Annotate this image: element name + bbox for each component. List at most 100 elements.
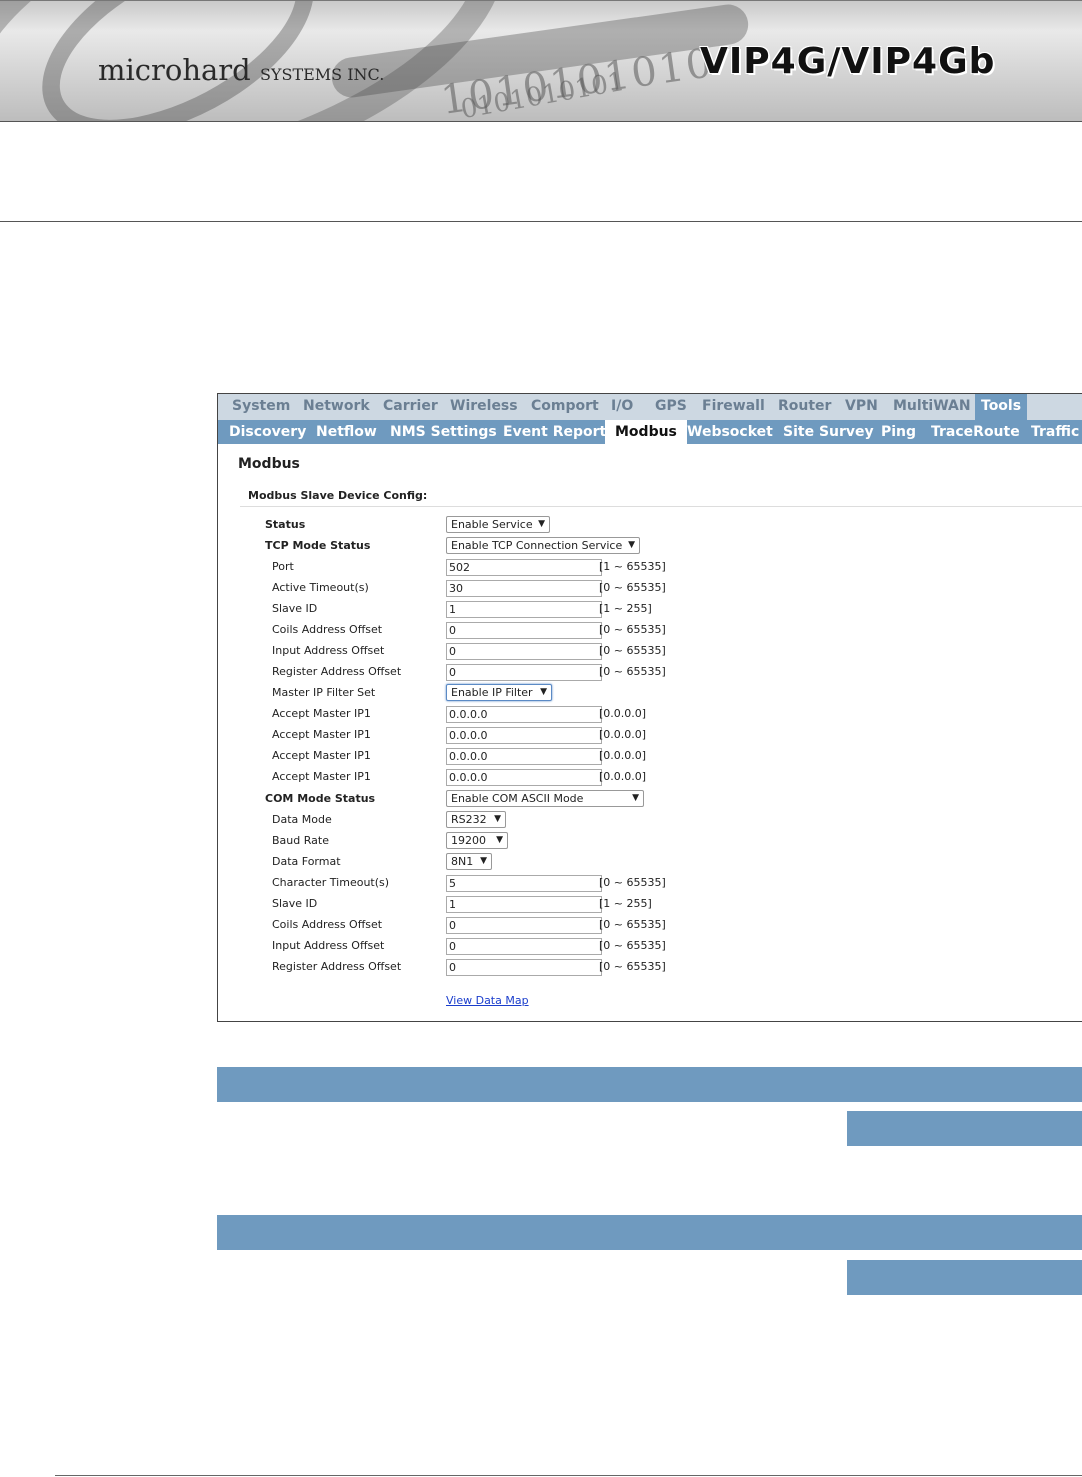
baud-rate-select[interactable]: 19200 ▼: [446, 832, 508, 849]
accept-ip-row: Accept Master IP1 0.0.0.0 [0.0.0.0]: [218, 747, 1082, 767]
chevron-down-icon: ▼: [480, 856, 487, 866]
baud-rate-label: Baud Rate: [272, 834, 329, 847]
chevron-down-icon: ▼: [628, 540, 635, 550]
tcp-timeout-label: Active Timeout(s): [272, 581, 369, 594]
section-divider: [240, 506, 1082, 507]
tcp-mode-label: TCP Mode Status: [265, 539, 371, 552]
tcp-input-row: Input Address Offset 0 [0 ~ 65535]: [218, 642, 1082, 662]
data-mode-select[interactable]: RS232 ▼: [446, 811, 506, 828]
tcp-port-input[interactable]: 502: [446, 559, 602, 576]
tcp-timeout-input[interactable]: 30: [446, 580, 602, 597]
tcp-slave-id-label: Slave ID: [272, 602, 318, 615]
tcp-port-label: Port: [272, 560, 294, 573]
baud-rate-value: 19200: [451, 834, 486, 847]
com-register-input[interactable]: 0: [446, 959, 602, 976]
status-value: Enable Service: [451, 518, 533, 531]
data-mode-label: Data Mode: [272, 813, 332, 826]
tab-modbus[interactable]: Modbus: [605, 420, 687, 444]
tcp-coils-label: Coils Address Offset: [272, 623, 383, 636]
menu-gps[interactable]: GPS: [655, 398, 687, 414]
menu-io[interactable]: I/O: [611, 398, 633, 414]
menu-firewall[interactable]: Firewall: [702, 398, 765, 414]
com-slave-id-input[interactable]: 1: [446, 896, 602, 913]
data-mode-value: RS232: [451, 813, 487, 826]
com-register-range: [0 ~ 65535]: [599, 960, 666, 973]
product-title: VIP4G/VIP4Gb: [700, 41, 996, 82]
tcp-mode-select[interactable]: Enable TCP Connection Service ▼: [446, 537, 640, 554]
com-slave-id-row: Slave ID 1 [1 ~ 255]: [218, 895, 1082, 915]
header-banner: 1010101010 0101010101 microhard SYSTEMS …: [0, 0, 1082, 122]
com-register-row: Register Address Offset 0 [0 ~ 65535]: [218, 958, 1082, 978]
accept-ip-label: Accept Master IP1: [272, 728, 371, 741]
tcp-input-range: [0 ~ 65535]: [599, 644, 666, 657]
tcp-timeout-row: Active Timeout(s) 30 [0 ~ 65535]: [218, 579, 1082, 599]
tab-site-survey[interactable]: Site Survey: [783, 424, 874, 440]
status-label: Status: [265, 518, 306, 531]
menu-system[interactable]: System: [232, 398, 290, 414]
tab-nms-settings[interactable]: NMS Settings: [390, 424, 497, 440]
data-format-value: 8N1: [451, 855, 474, 868]
com-slave-id-label: Slave ID: [272, 897, 318, 910]
accept-ip-label: Accept Master IP1: [272, 749, 371, 762]
footer-divider: [55, 1475, 1082, 1476]
menu-network[interactable]: Network: [303, 398, 370, 414]
accept-ip-label: Accept Master IP1: [272, 707, 371, 720]
tcp-mode-value: Enable TCP Connection Service: [451, 539, 623, 552]
menu-tools[interactable]: Tools: [975, 394, 1028, 420]
com-input-offset-input[interactable]: 0: [446, 938, 602, 955]
menu-router[interactable]: Router: [778, 398, 831, 414]
company-suffix: SYSTEMS INC.: [259, 65, 385, 84]
tcp-input-offset-input[interactable]: 0: [446, 643, 602, 660]
accept-ip-range: [0.0.0.0]: [599, 707, 647, 720]
status-row: Status Enable Service ▼: [218, 516, 1082, 536]
com-mode-select[interactable]: Enable COM ASCII Mode ▼: [446, 790, 644, 807]
section-header-bar: [217, 1215, 1082, 1250]
com-mode-row: COM Mode Status Enable COM ASCII Mode ▼: [218, 790, 1082, 810]
char-timeout-input[interactable]: 5: [446, 875, 602, 892]
tcp-port-range: [1 ~ 65535]: [599, 560, 666, 573]
menu-vpn[interactable]: VPN: [845, 398, 878, 414]
menu-wireless[interactable]: Wireless: [450, 398, 518, 414]
com-coils-input[interactable]: 0: [446, 917, 602, 934]
com-mode-value: Enable COM ASCII Mode: [451, 792, 584, 805]
data-format-select[interactable]: 8N1 ▼: [446, 853, 492, 870]
status-select[interactable]: Enable Service ▼: [446, 516, 550, 533]
data-format-row: Data Format 8N1 ▼: [218, 853, 1082, 873]
accept-ip-input[interactable]: 0.0.0.0: [446, 769, 602, 786]
chevron-down-icon: ▼: [540, 687, 547, 697]
tcp-coils-row: Coils Address Offset 0 [0 ~ 65535]: [218, 621, 1082, 641]
accept-ip-input[interactable]: 0.0.0.0: [446, 748, 602, 765]
data-mode-row: Data Mode RS232 ▼: [218, 811, 1082, 831]
ip-filter-select[interactable]: Enable IP Filter ▼: [446, 684, 552, 701]
tcp-register-input[interactable]: 0: [446, 664, 602, 681]
accept-ip-input[interactable]: 0.0.0.0: [446, 706, 602, 723]
company-logo: microhard SYSTEMS INC.: [98, 53, 384, 87]
tab-websocket[interactable]: Websocket: [687, 424, 773, 440]
tcp-slave-id-range: [1 ~ 255]: [599, 602, 652, 615]
menu-comport[interactable]: Comport: [531, 398, 599, 414]
com-mode-label: COM Mode Status: [265, 792, 376, 805]
chevron-down-icon: ▼: [496, 835, 503, 845]
section-title: Modbus Slave Device Config:: [248, 489, 428, 502]
tab-traceroute[interactable]: TraceRoute: [931, 424, 1020, 440]
tcp-slave-id-input[interactable]: 1: [446, 601, 602, 618]
tab-traffic[interactable]: Traffic: [1031, 424, 1079, 440]
menu-multiwan[interactable]: MultiWAN: [893, 398, 971, 414]
tab-ping[interactable]: Ping: [881, 424, 916, 440]
tab-discovery[interactable]: Discovery: [229, 424, 306, 440]
tab-event-report[interactable]: Event Report: [503, 424, 606, 440]
char-timeout-row: Character Timeout(s) 5 [0 ~ 65535]: [218, 874, 1082, 894]
tcp-slave-id-row: Slave ID 1 [1 ~ 255]: [218, 600, 1082, 620]
tcp-register-range: [0 ~ 65535]: [599, 665, 666, 678]
section-header-bar: [217, 1067, 1082, 1102]
tcp-coils-range: [0 ~ 65535]: [599, 623, 666, 636]
chevron-down-icon: ▼: [632, 793, 639, 803]
com-input-row: Input Address Offset 0 [0 ~ 65535]: [218, 937, 1082, 957]
view-data-map-link[interactable]: View Data Map: [446, 994, 529, 1007]
tab-netflow[interactable]: Netflow: [316, 424, 377, 440]
tcp-coils-input[interactable]: 0: [446, 622, 602, 639]
com-coils-label: Coils Address Offset: [272, 918, 383, 931]
tcp-input-label: Input Address Offset: [272, 644, 385, 657]
accept-ip-input[interactable]: 0.0.0.0: [446, 727, 602, 744]
menu-carrier[interactable]: Carrier: [383, 398, 438, 414]
